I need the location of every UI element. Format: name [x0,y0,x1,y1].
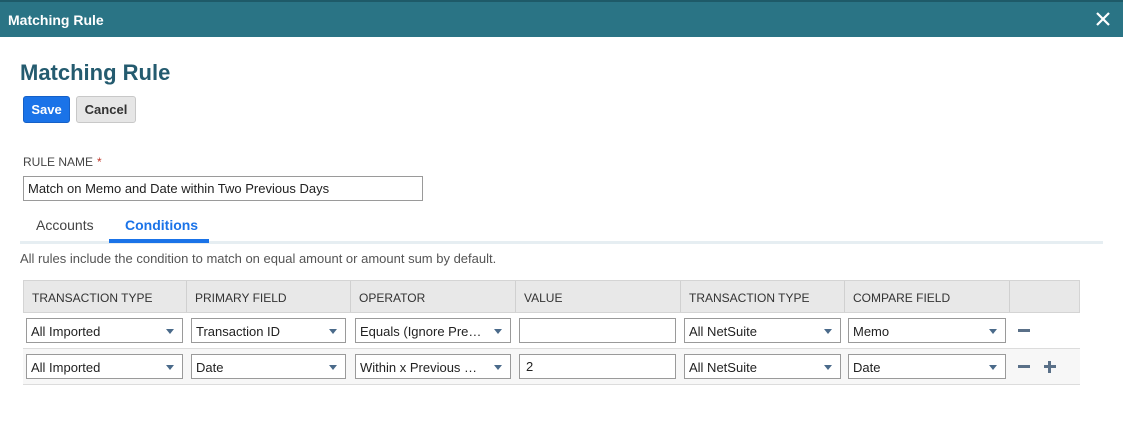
selected-value: All NetSuite [689,360,757,375]
selected-value: All Imported [31,324,101,339]
required-marker: * [97,155,102,169]
value-input[interactable] [519,354,676,379]
rule-name-input[interactable] [23,176,423,201]
dropdown-caret-icon [824,365,832,370]
dialog-titlebar: Matching Rule [0,0,1123,37]
save-button[interactable]: Save [23,96,70,123]
column-header-compare-field: COMPARE FIELD [845,281,1010,312]
compare-field-select[interactable]: Date [848,354,1006,379]
dropdown-caret-icon [329,365,337,370]
dropdown-caret-icon [494,365,502,370]
conditions-info-text: All rules include the condition to match… [20,251,497,266]
compare-transaction-type-select[interactable]: All NetSuite [684,318,841,343]
tab-bar: Accounts Conditions [20,208,1103,244]
column-header-compare-transaction-type: TRANSACTION TYPE [681,281,845,312]
active-tab-indicator [109,239,209,243]
primary-field-select[interactable]: Transaction ID [191,318,346,343]
tab-accounts[interactable]: Accounts [36,217,94,233]
selected-value: Equals (Ignore Pre… [360,324,480,339]
dropdown-caret-icon [166,329,174,334]
compare-transaction-type-select[interactable]: All NetSuite [684,354,841,379]
dropdown-caret-icon [494,329,502,334]
page-title: Matching Rule [20,60,171,85]
selected-value: Date [853,360,881,375]
selected-value: Within x Previous … [360,360,478,375]
dropdown-caret-icon [989,365,997,370]
table-row: All Imported Transaction ID Equals (Igno… [23,313,1080,349]
dropdown-caret-icon [166,365,174,370]
operator-select[interactable]: Equals (Ignore Pre… [355,318,511,343]
remove-condition-icon[interactable] [1017,360,1031,374]
column-header-transaction-type: TRANSACTION TYPE [24,281,187,312]
remove-condition-icon[interactable] [1017,324,1031,338]
column-header-operator: OPERATOR [351,281,516,312]
selected-value: All Imported [31,360,101,375]
dropdown-caret-icon [989,329,997,334]
conditions-table: TRANSACTION TYPE PRIMARY FIELD OPERATOR … [23,280,1080,385]
table-header: TRANSACTION TYPE PRIMARY FIELD OPERATOR … [23,280,1080,313]
column-header-value: VALUE [516,281,681,312]
dialog-title: Matching Rule [8,12,104,28]
transaction-type-select[interactable]: All Imported [26,354,183,379]
add-condition-icon[interactable] [1043,360,1057,374]
selected-value: All NetSuite [689,324,757,339]
transaction-type-select[interactable]: All Imported [26,318,183,343]
table-row: All Imported Date Within x Previous … Al… [23,349,1080,385]
dropdown-caret-icon [329,329,337,334]
column-header-primary-field: PRIMARY FIELD [187,281,351,312]
value-input[interactable] [519,318,676,343]
compare-field-select[interactable]: Memo [848,318,1006,343]
rule-name-label: RULE NAME * [23,155,102,169]
selected-value: Memo [853,324,890,339]
operator-select[interactable]: Within x Previous … [355,354,511,379]
primary-field-select[interactable]: Date [191,354,346,379]
close-icon[interactable] [1093,9,1113,29]
selected-value: Date [196,360,224,375]
rule-name-label-text: RULE NAME [23,155,94,169]
cancel-button[interactable]: Cancel [76,96,136,123]
selected-value: Transaction ID [196,324,281,339]
dropdown-caret-icon [824,329,832,334]
tab-conditions[interactable]: Conditions [125,217,198,233]
